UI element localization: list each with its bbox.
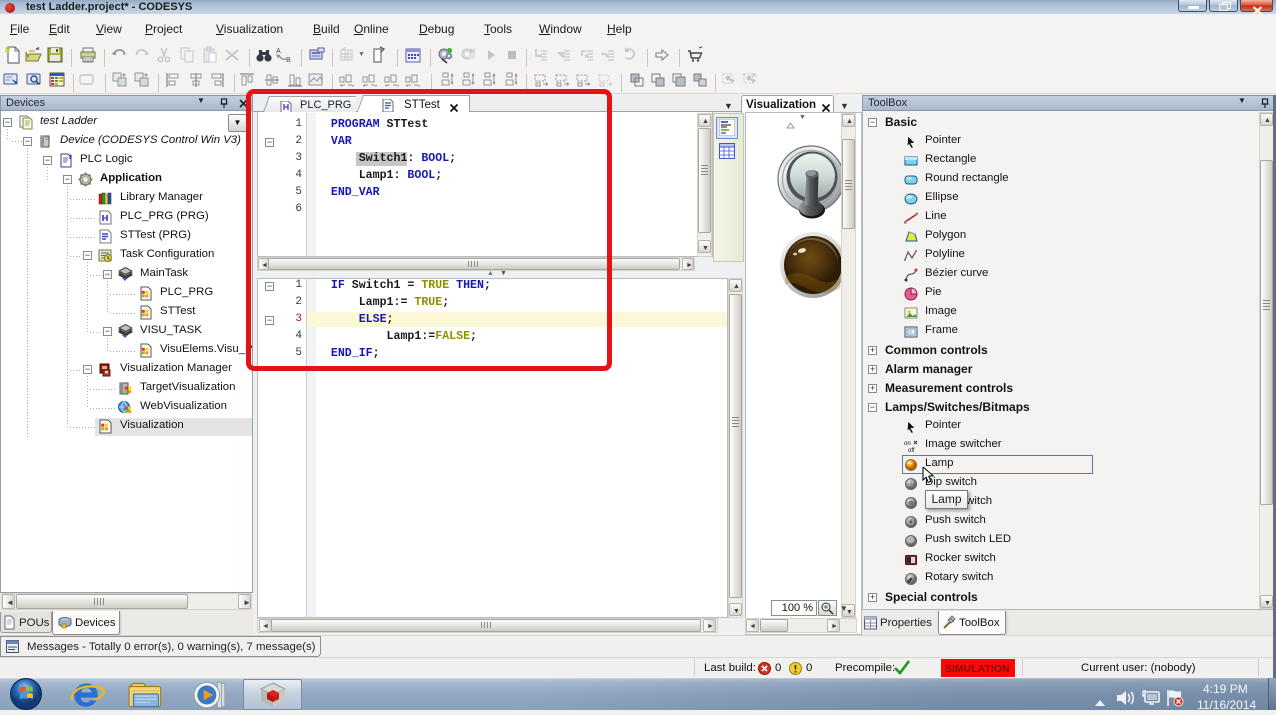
- svg-text:B: B: [286, 57, 291, 64]
- svg-text:A: A: [276, 48, 281, 55]
- svg-text:off: off: [908, 448, 915, 453]
- svg-text:on: on: [904, 441, 911, 447]
